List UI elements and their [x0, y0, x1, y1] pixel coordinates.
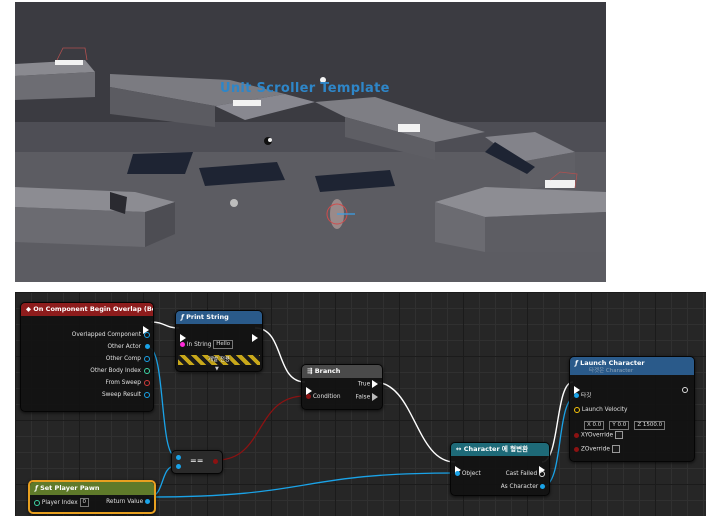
object-pin-icon [144, 332, 150, 338]
level-scene [15, 2, 606, 282]
pawn-node-header: ƒ Set Player Pawn [30, 482, 154, 495]
event-diamond-icon: ◆ [26, 305, 31, 313]
pin-other-body-index[interactable]: Other Body Index [90, 367, 141, 375]
exec-wire [373, 381, 456, 463]
pawn-node-title: Set Player Pawn [40, 484, 100, 492]
int-pin-icon [34, 499, 40, 506]
pin-cast-failed[interactable]: Cast Failed [506, 470, 545, 478]
overlap-node-header: ◆ On Component Begin Overlap (Box) [21, 303, 153, 316]
branch-node-header: ⇶ Branch [302, 365, 382, 378]
cast-to-character-node[interactable]: ↔ Character 에 형변환 Object Cast Failed As … [450, 442, 550, 496]
pin-from-sweep[interactable]: From Sweep [106, 379, 141, 387]
velocity-z-field[interactable]: Z 1500.0 [634, 421, 666, 430]
launch-character-node[interactable]: ƒ Launch Character 타겟은 Character 타깃 Laun… [569, 356, 695, 462]
pin-object[interactable]: Object [455, 470, 481, 478]
get-player-pawn-node[interactable]: ƒ Set Player Pawn Player Index 0 Return … [28, 480, 156, 514]
branch-node-title: Branch [314, 367, 341, 375]
bool-pin-icon [574, 432, 579, 438]
equal-node[interactable]: == [171, 450, 223, 474]
struct-pin-icon [144, 392, 150, 398]
object-wire [148, 472, 456, 498]
object-pin-icon[interactable] [176, 464, 181, 469]
cast-node-title: Character 에 형변환 [463, 445, 529, 453]
launch-node-title: Launch Character [580, 359, 645, 367]
pin-player-index[interactable]: Player Index 0 [34, 498, 90, 507]
object-pin-icon [145, 344, 150, 349]
function-icon: ƒ [181, 313, 184, 321]
launch-node-subtitle: 타겟은 Character [589, 368, 634, 374]
branch-node[interactable]: ⇶ Branch True Condition False [301, 364, 383, 410]
development-only-stripe: 개발 전용 [178, 355, 260, 365]
velocity-x-field[interactable]: X 0.0 [584, 421, 605, 430]
pin-target[interactable]: 타깃 [574, 392, 592, 400]
bool-pin-icon [574, 446, 579, 452]
player-index-field[interactable]: 0 [79, 498, 90, 507]
cast-node-header: ↔ Character 에 형변환 [451, 443, 549, 456]
object-pin-icon [145, 499, 150, 504]
pin-z-override[interactable]: ZOverride [574, 445, 620, 454]
pin-true[interactable]: True [358, 380, 378, 389]
bool-pin-icon [306, 394, 311, 399]
print-node-header: ƒ Print String [176, 311, 262, 324]
pin-other-comp[interactable]: Other Comp [106, 355, 141, 363]
pin-overlapped-component[interactable]: Overlapped Component [72, 331, 141, 339]
pin-condition[interactable]: Condition [306, 393, 341, 401]
object-pin-icon [574, 393, 579, 398]
z-override-checkbox[interactable] [611, 445, 620, 453]
pin-other-actor[interactable]: Other Actor [107, 343, 141, 351]
overlap-node-title: On Component Begin Overlap (Box) [33, 305, 153, 313]
exec-out-pin[interactable] [252, 327, 258, 346]
object-pin-icon [455, 471, 460, 476]
blueprint-graph[interactable]: ◆ On Component Begin Overlap (Box) Overl… [15, 292, 706, 516]
string-pin-icon [180, 342, 185, 347]
equal-operator-label: == [190, 456, 204, 465]
exec-out-pin[interactable] [682, 379, 688, 398]
pin-in-string[interactable]: In String Hello [180, 340, 234, 349]
viewport-overlay-title: Unit Scroller Template [220, 81, 390, 96]
branch-icon: ⇶ [307, 367, 313, 375]
pin-return-value[interactable]: Return Value [106, 498, 150, 506]
vector-pin-icon [574, 406, 580, 413]
bool-pin-icon[interactable] [213, 459, 218, 464]
function-icon: ƒ [575, 359, 578, 367]
bool-pin-icon [144, 380, 150, 386]
print-string-node[interactable]: ƒ Print String In String Hello 개발 전용 ▼ [175, 310, 263, 372]
velocity-y-field[interactable]: Y 0.0 [609, 421, 630, 430]
launch-node-header: ƒ Launch Character 타겟은 Character [570, 357, 694, 375]
bool-wire [216, 395, 306, 461]
pin-as-character[interactable]: As Character [501, 483, 545, 491]
pin-xy-override[interactable]: XYOverride [574, 431, 623, 440]
int-pin-icon [144, 368, 150, 374]
function-icon: ƒ [35, 484, 38, 492]
pin-false[interactable]: False [356, 393, 378, 402]
development-only-label: 개발 전용 [208, 357, 230, 363]
object-pin-icon[interactable] [176, 455, 181, 460]
pin-sweep-result[interactable]: Sweep Result [102, 391, 141, 399]
level-viewport[interactable]: Unit Scroller Template [15, 2, 606, 282]
expand-arrow-icon[interactable]: ▼ [215, 366, 219, 372]
event-begin-overlap-node[interactable]: ◆ On Component Begin Overlap (Box) Overl… [20, 302, 154, 412]
in-string-field[interactable]: Hello [213, 340, 234, 349]
object-pin-icon [144, 356, 150, 362]
xy-override-checkbox[interactable] [614, 431, 623, 439]
cast-icon: ↔ [456, 445, 462, 453]
pin-launch-velocity[interactable]: Launch Velocity [574, 406, 627, 414]
print-node-title: Print String [186, 313, 229, 321]
